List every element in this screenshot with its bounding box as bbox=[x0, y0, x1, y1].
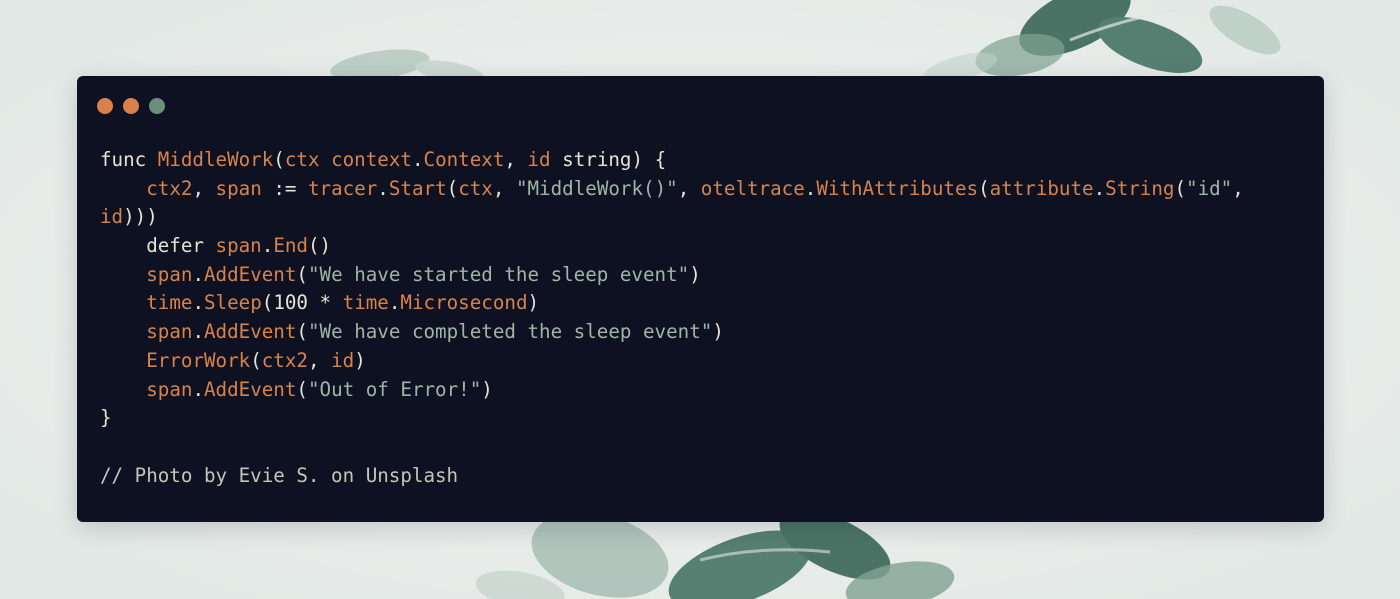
code-token: ( bbox=[250, 348, 262, 372]
code-token: . bbox=[192, 262, 204, 286]
code-token: ctx bbox=[284, 148, 320, 171]
code-token: ) bbox=[481, 377, 493, 401]
code-token: End bbox=[273, 234, 308, 258]
code-token: := bbox=[261, 176, 308, 200]
code-token: AddEvent bbox=[204, 262, 297, 286]
code-token: () bbox=[307, 234, 332, 258]
code-token: . bbox=[1093, 176, 1106, 200]
code-token: defer bbox=[100, 234, 216, 258]
code-token: . bbox=[411, 148, 424, 171]
code-token: // Photo by Evie S. on Unsplash bbox=[100, 463, 459, 487]
close-dot-icon bbox=[97, 98, 113, 114]
code-token: span bbox=[146, 320, 193, 344]
code-token: , bbox=[192, 176, 216, 200]
code-line: span.AddEvent("We have completed the sle… bbox=[100, 318, 1305, 347]
code-token: "Out of Error!" bbox=[307, 377, 482, 401]
code-line: span.AddEvent("Out of Error!") bbox=[100, 376, 1305, 405]
code-line: func MiddleWork(ctx context.Context, id … bbox=[100, 146, 1305, 175]
code-token: , bbox=[504, 148, 528, 171]
code-token: Start bbox=[388, 176, 447, 200]
code-window: func MiddleWork(ctx context.Context, id … bbox=[77, 76, 1324, 522]
code-token: ( bbox=[296, 262, 308, 286]
code-token: . bbox=[261, 234, 274, 258]
code-token: ))) bbox=[123, 205, 158, 229]
code-token: ctx2 bbox=[261, 348, 308, 372]
code-token: ctx2 bbox=[146, 176, 193, 200]
code-token: "MiddleWork()" bbox=[515, 176, 678, 200]
code-token: Context bbox=[423, 148, 505, 171]
code-line: ErrorWork(ctx2, id) bbox=[100, 347, 1305, 376]
code-token: String bbox=[1105, 176, 1175, 200]
code-token: ( bbox=[1174, 176, 1187, 200]
code-token: , bbox=[492, 176, 516, 200]
code-token: ) bbox=[354, 348, 366, 372]
code-token: attribute bbox=[989, 176, 1094, 200]
code-token: (100 * bbox=[261, 291, 343, 315]
code-token: . bbox=[192, 377, 204, 401]
code-token: . bbox=[377, 176, 389, 200]
code-token: id bbox=[527, 148, 551, 171]
code-token: ( bbox=[446, 176, 459, 200]
code-token: "id" bbox=[1186, 176, 1233, 200]
code-token: ctx bbox=[458, 176, 493, 200]
code-line: // Photo by Evie S. on Unsplash bbox=[100, 462, 1305, 491]
code-token: ( bbox=[978, 176, 990, 200]
code-token: ) bbox=[712, 320, 724, 344]
code-line: } bbox=[100, 404, 1305, 433]
code-token: ( bbox=[296, 377, 308, 401]
code-token: tracer bbox=[307, 176, 378, 200]
code-token: ) bbox=[689, 262, 701, 286]
code-token: . bbox=[388, 291, 401, 315]
code-line: time.Sleep(100 * time.Microsecond) bbox=[100, 289, 1305, 318]
code-token: AddEvent bbox=[204, 320, 297, 344]
code-token: oteltrace bbox=[700, 176, 805, 200]
code-line: ctx2, span := tracer.Start(ctx, "MiddleW… bbox=[100, 175, 1305, 204]
code-token: "We have completed the sleep event" bbox=[307, 320, 713, 344]
code-token: ) bbox=[527, 291, 540, 315]
code-token: "We have started the sleep event" bbox=[307, 262, 690, 286]
code-token: ( bbox=[296, 320, 308, 344]
code-token: Microsecond bbox=[400, 291, 528, 315]
window-controls bbox=[97, 98, 165, 114]
zoom-dot-icon bbox=[149, 98, 165, 114]
code-token: ( bbox=[273, 148, 285, 171]
code-token: id bbox=[331, 348, 355, 372]
code-token: string) { bbox=[550, 148, 667, 171]
code-token: context bbox=[331, 148, 412, 171]
code-token: WithAttributes bbox=[816, 176, 979, 200]
code-token: . bbox=[804, 176, 817, 200]
code-token: MiddleWork bbox=[157, 148, 274, 171]
code-token: , bbox=[1232, 176, 1244, 200]
code-token: . bbox=[192, 291, 204, 315]
code-token: } bbox=[100, 406, 112, 430]
code-token: , bbox=[307, 348, 332, 372]
code-block: func MiddleWork(ctx context.Context, id … bbox=[100, 146, 1305, 490]
code-token: func bbox=[100, 148, 158, 171]
code-line: defer span.End() bbox=[100, 232, 1305, 261]
code-token: span bbox=[215, 234, 262, 258]
code-token: time bbox=[342, 291, 389, 315]
code-line: id))) bbox=[100, 203, 1305, 232]
code-token: AddEvent bbox=[204, 377, 297, 401]
code-token: . bbox=[192, 320, 204, 344]
code-token: ErrorWork bbox=[146, 348, 251, 372]
code-token: span bbox=[146, 262, 193, 286]
code-token: , bbox=[677, 176, 701, 200]
code-token: time bbox=[146, 291, 193, 315]
code-token: span bbox=[215, 176, 262, 200]
code-token: id bbox=[100, 205, 124, 229]
code-token: span bbox=[146, 377, 193, 401]
code-line: span.AddEvent("We have started the sleep… bbox=[100, 261, 1305, 290]
minimize-dot-icon bbox=[123, 98, 139, 114]
code-token: Sleep bbox=[204, 291, 262, 315]
